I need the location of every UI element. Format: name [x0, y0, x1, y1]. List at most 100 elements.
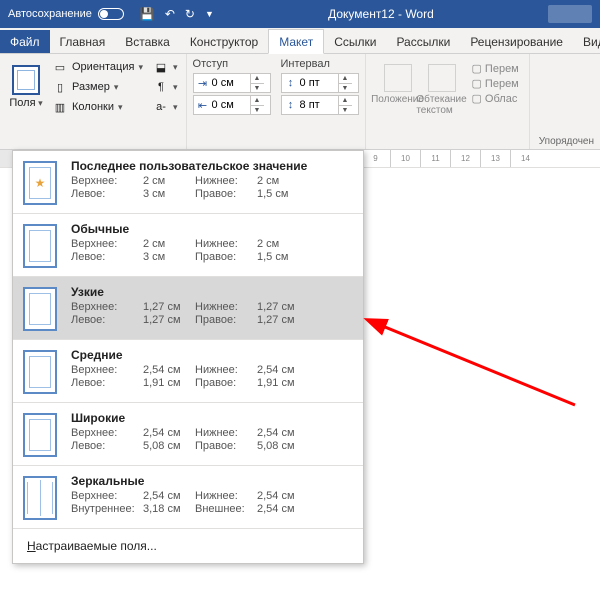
hyphenation-button[interactable]: a‐▾	[151, 98, 180, 116]
bring-forward-icon: ▢	[472, 62, 482, 75]
redo-icon[interactable]: ↻	[185, 7, 195, 21]
selection-pane-label: Облас	[485, 93, 517, 105]
spin-down-icon[interactable]: ▼	[251, 83, 264, 92]
spin-up-icon[interactable]: ▲	[251, 96, 264, 105]
group-arrange: Положение Обтекание текстом ▢Перем ▢Пере…	[366, 54, 530, 149]
spacing-before-input[interactable]	[300, 77, 338, 89]
user-avatar[interactable]	[548, 5, 592, 23]
size-button[interactable]: ▯Размер▾	[50, 78, 145, 96]
bring-forward-label: Перем	[485, 63, 519, 75]
indent-header: Отступ	[193, 58, 271, 70]
orientation-label: Ориентация	[72, 61, 134, 73]
wrap-icon	[428, 64, 456, 92]
custom-margins-button[interactable]: Настраиваемые поля...	[13, 529, 363, 563]
title-bar: Автосохранение 💾 ↶ ↻ ▼ Документ12 - Word	[0, 0, 600, 28]
tab-references[interactable]: Ссылки	[324, 30, 386, 53]
margins-option-1[interactable]: Обычные Верхнее:2 смНижнее:2 смЛевое:3 см…	[13, 214, 363, 276]
ribbon-tabs: Файл Главная Вставка Конструктор Макет С…	[0, 28, 600, 54]
indent-left-spinner[interactable]: ⇥ ▲▼	[193, 73, 271, 93]
margins-option-title: Зеркальные	[71, 474, 353, 488]
indent-left-input[interactable]	[212, 77, 250, 89]
position-icon	[384, 64, 412, 92]
line-numbers-icon: ¶	[153, 79, 169, 95]
columns-label: Колонки	[72, 101, 114, 113]
size-icon: ▯	[52, 79, 68, 95]
orientation-button[interactable]: ▭Ориентация▾	[50, 58, 145, 76]
margins-option-title: Узкие	[71, 285, 353, 299]
tab-design[interactable]: Конструктор	[180, 30, 268, 53]
margins-thumb-icon	[23, 287, 57, 331]
send-backward-label: Перем	[485, 78, 519, 90]
tab-layout[interactable]: Макет	[268, 29, 324, 54]
tab-insert[interactable]: Вставка	[115, 30, 180, 53]
margins-option-2[interactable]: Узкие Верхнее:1,27 смНижнее:1,27 смЛевое:…	[13, 277, 363, 339]
margins-button[interactable]: Поля ▾	[6, 58, 46, 116]
margins-dropdown: Последнее пользовательское значение Верхн…	[12, 150, 364, 564]
group-page-setup: Поля ▾ ▭Ориентация▾ ▯Размер▾ ▥Колонки▾ ⬓…	[0, 54, 187, 149]
tab-home[interactable]: Главная	[50, 30, 116, 53]
tab-view[interactable]: Вид	[573, 30, 600, 53]
autosave-label: Автосохранение	[8, 8, 92, 20]
spin-up-icon[interactable]: ▲	[251, 74, 264, 83]
margins-option-values: Верхнее:1,27 смНижнее:1,27 смЛевое:1,27 …	[71, 301, 353, 326]
margins-option-values: Верхнее:2,54 смНижнее:2,54 смЛевое:1,91 …	[71, 364, 353, 389]
spacing-after-input[interactable]	[300, 99, 338, 111]
send-backward-button[interactable]: ▢Перем	[472, 77, 519, 90]
indent-left-icon: ⇥	[194, 77, 212, 90]
indent-right-icon: ⇤	[194, 99, 212, 112]
spin-down-icon[interactable]: ▼	[339, 105, 352, 114]
margins-thumb-icon	[23, 413, 57, 457]
margins-option-title: Последнее пользовательское значение	[71, 159, 353, 173]
selection-pane-icon: ▢	[472, 92, 482, 105]
toggle-off-icon	[98, 8, 124, 20]
hyphenation-icon: a‐	[153, 99, 169, 115]
spacing-before-icon: ↕	[282, 77, 300, 89]
selection-pane-button[interactable]: ▢Облас	[472, 92, 519, 105]
spin-up-icon[interactable]: ▲	[339, 96, 352, 105]
group-paragraph: Отступ ⇥▲▼ ⇤▲▼ Интервал ↕▲▼ ↕▲▼	[187, 54, 366, 149]
margins-thumb-icon	[23, 476, 57, 520]
indent-right-spinner[interactable]: ⇤ ▲▼	[193, 95, 271, 115]
quick-access-toolbar: 💾 ↶ ↻ ▼	[140, 7, 214, 21]
margins-label: Поля	[9, 97, 35, 109]
margins-thumb-icon	[23, 350, 57, 394]
spin-down-icon[interactable]: ▼	[339, 83, 352, 92]
save-icon[interactable]: 💾	[140, 7, 155, 21]
margins-thumb-icon	[23, 161, 57, 205]
margins-icon	[12, 65, 40, 95]
tab-review[interactable]: Рецензирование	[460, 30, 573, 53]
position-button[interactable]: Положение	[378, 64, 418, 147]
margins-option-5[interactable]: Зеркальные Верхнее:2,54 смНижнее:2,54 смВ…	[13, 466, 363, 528]
margins-option-values: Верхнее:2 смНижнее:2 смЛевое:3 смПравое:…	[71, 238, 353, 263]
margins-option-3[interactable]: СредниеВерхнее:2,54 смНижнее:2,54 смЛево…	[13, 340, 363, 402]
spin-down-icon[interactable]: ▼	[251, 105, 264, 114]
breaks-icon: ⬓	[153, 59, 169, 75]
autosave-toggle[interactable]: Автосохранение	[4, 8, 128, 20]
breaks-button[interactable]: ⬓▾	[151, 58, 180, 76]
spacing-after-icon: ↕	[282, 99, 300, 111]
line-numbers-button[interactable]: ¶▾	[151, 78, 180, 96]
margins-option-4[interactable]: Широкие Верхнее:2,54 смНижнее:2,54 смЛево…	[13, 403, 363, 465]
tab-file[interactable]: Файл	[0, 30, 50, 53]
margins-option-values: Верхнее:2,54 смНижнее:2,54 смВнутреннее:…	[71, 490, 353, 515]
wrap-button[interactable]: Обтекание текстом	[422, 64, 462, 147]
bring-forward-button[interactable]: ▢Перем	[472, 62, 519, 75]
spacing-after-spinner[interactable]: ↕ ▲▼	[281, 95, 359, 115]
qat-dropdown-icon[interactable]: ▼	[205, 9, 214, 19]
arrange-group-label: Упорядочен	[539, 136, 594, 147]
margins-option-values: Верхнее:2 смНижнее:2 смЛевое:3 смПравое:…	[71, 175, 353, 200]
tab-mailings[interactable]: Рассылки	[386, 30, 460, 53]
margins-option-0[interactable]: Последнее пользовательское значение Верхн…	[13, 151, 363, 213]
undo-icon[interactable]: ↶	[165, 7, 175, 21]
columns-button[interactable]: ▥Колонки▾	[50, 98, 145, 116]
margins-option-title: Обычные	[71, 222, 353, 236]
ribbon: Поля ▾ ▭Ориентация▾ ▯Размер▾ ▥Колонки▾ ⬓…	[0, 54, 600, 150]
spin-up-icon[interactable]: ▲	[339, 74, 352, 83]
margins-option-title: Широкие	[71, 411, 353, 425]
send-backward-icon: ▢	[472, 77, 482, 90]
spacing-before-spinner[interactable]: ↕ ▲▼	[281, 73, 359, 93]
orientation-icon: ▭	[52, 59, 68, 75]
wrap-label: Обтекание текстом	[416, 94, 466, 116]
margins-option-values: Верхнее:2,54 смНижнее:2,54 смЛевое:5,08 …	[71, 427, 353, 452]
indent-right-input[interactable]	[212, 99, 250, 111]
